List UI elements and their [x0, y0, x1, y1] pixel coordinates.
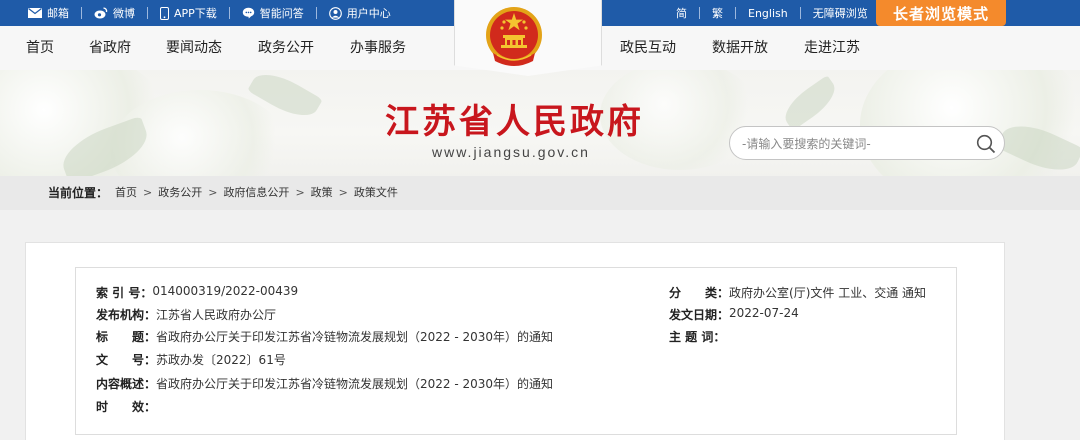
- weibo-link[interactable]: 微博: [94, 5, 135, 21]
- nav-home[interactable]: 首页: [26, 26, 54, 70]
- qa-link[interactable]: 智能问答: [242, 5, 304, 21]
- divider: [315, 7, 317, 19]
- divider: [699, 7, 700, 19]
- divider: [799, 7, 801, 19]
- english-link[interactable]: English: [748, 7, 788, 20]
- search-box: [729, 126, 1005, 160]
- banner-decoration: [777, 75, 843, 131]
- app-download-label: APP下载: [174, 7, 217, 20]
- qa-label: 智能问答: [259, 7, 304, 20]
- breadcrumb-policy-documents[interactable]: 政策文件: [354, 176, 398, 210]
- traditional-chinese-link[interactable]: 繁: [712, 5, 723, 21]
- meta-validity: 时 效：: [96, 398, 156, 415]
- breadcrumb-separator-icon: >: [338, 186, 348, 199]
- nav-services[interactable]: 办事服务: [350, 26, 406, 70]
- user-center-label: 用户中心: [346, 7, 391, 20]
- nav-province-government[interactable]: 省政府: [89, 26, 131, 70]
- meta-key: 发文日期：: [669, 308, 730, 322]
- nav-government-affairs[interactable]: 政务公开: [258, 26, 314, 70]
- nav-news[interactable]: 要闻动态: [166, 26, 222, 70]
- mail-link[interactable]: 邮箱: [28, 5, 69, 21]
- meta-issue-date: 发文日期： 2022-07-24: [669, 306, 799, 323]
- meta-key: 时 效：: [96, 400, 157, 414]
- meta-value: 苏政办发〔2022〕61号: [156, 353, 286, 367]
- breadcrumb-government-affairs[interactable]: 政务公开: [158, 176, 202, 210]
- app-download-link[interactable]: APP下载: [160, 5, 217, 21]
- elder-mode-button[interactable]: 长者浏览模式: [876, 0, 1006, 26]
- banner: 江苏省人民政府 www.jiangsu.gov.cn: [0, 70, 1080, 176]
- site-url: www.jiangsu.gov.cn: [432, 144, 590, 160]
- meta-value: 2022-07-24: [729, 306, 799, 320]
- breadcrumb-info-disclosure[interactable]: 政府信息公开: [223, 176, 289, 210]
- document-metadata: 索 引 号： 014000319/2022-00439 发布机构： 江苏省人民政府办…: [75, 267, 957, 435]
- chat-icon: [242, 7, 254, 19]
- language-links: 简 繁 English 无障碍浏览: [676, 0, 868, 26]
- site-title: 江苏省人民政府: [385, 102, 644, 142]
- divider: [81, 7, 82, 19]
- user-center-link[interactable]: 用户中心: [328, 5, 391, 21]
- meta-value: 省政府办公厅关于印发江苏省冷链物流发展规划（2022 - 2030年）的通知: [156, 330, 554, 344]
- national-emblem-icon: [486, 7, 542, 66]
- user-icon: [328, 6, 342, 20]
- search-input[interactable]: [742, 135, 962, 153]
- meta-index-number: 索 引 号： 014000319/2022-00439: [96, 284, 298, 301]
- divider: [147, 7, 148, 19]
- meta-summary: 内容概述： 省政府办公厅关于印发江苏省冷链物流发展规划（2022 - 2030年）…: [96, 375, 553, 392]
- meta-key: 索 引 号：: [96, 286, 153, 300]
- meta-key: 主 题 词：: [669, 330, 726, 344]
- meta-value: 省政府办公厅关于印发江苏省冷链物流发展规划（2022 - 2030年）的通知: [156, 377, 554, 391]
- search-icon[interactable]: [976, 134, 996, 154]
- nav-about-jiangsu[interactable]: 走进江苏: [804, 26, 860, 70]
- meta-key: 发布机构：: [96, 308, 157, 322]
- phone-icon: [160, 6, 169, 20]
- breadcrumb-separator-icon: >: [208, 186, 218, 199]
- meta-keywords: 主 题 词：: [669, 328, 725, 345]
- breadcrumb-policy[interactable]: 政策: [311, 176, 333, 210]
- meta-key: 内容概述：: [96, 377, 157, 391]
- meta-key: 标 题：: [96, 330, 157, 344]
- mail-label: 邮箱: [47, 7, 69, 20]
- nav-open-data[interactable]: 数据开放: [712, 26, 768, 70]
- divider: [228, 7, 230, 19]
- breadcrumb-home[interactable]: 首页: [115, 176, 137, 210]
- meta-value: 江苏省人民政府办公厅: [156, 308, 277, 322]
- meta-value: 014000319/2022-00439: [152, 284, 299, 298]
- breadcrumb-separator-icon: >: [295, 186, 305, 199]
- meta-title: 标 题： 省政府办公厅关于印发江苏省冷链物流发展规划（2022 - 2030年）的…: [96, 328, 553, 345]
- mail-icon: [28, 8, 42, 18]
- accessibility-link[interactable]: 无障碍浏览: [813, 5, 868, 21]
- weibo-icon: [94, 7, 108, 19]
- breadcrumb-items: 首页 > 政务公开 > 政府信息公开 > 政策 > 政策文件: [115, 176, 398, 210]
- meta-document-number: 文 号： 苏政办发〔2022〕61号: [96, 351, 286, 368]
- nav-interaction[interactable]: 政民互动: [620, 26, 676, 70]
- breadcrumb-label: 当前位置：: [48, 186, 109, 200]
- weibo-label: 微博: [113, 7, 135, 20]
- meta-key: 分 类：: [669, 286, 730, 300]
- meta-publisher: 发布机构： 江苏省人民政府办公厅: [96, 306, 276, 323]
- meta-category: 分 类： 政府办公室(厅)文件 工业、交通 通知: [669, 284, 926, 301]
- meta-value: 政府办公室(厅)文件 工业、交通 通知: [729, 286, 927, 300]
- breadcrumb: 当前位置： 首页 > 政务公开 > 政府信息公开 > 政策 > 政策文件: [0, 176, 1080, 210]
- divider: [735, 7, 736, 19]
- breadcrumb-separator-icon: >: [143, 186, 153, 199]
- simplified-chinese-link[interactable]: 简: [676, 5, 687, 21]
- meta-key: 文 号：: [96, 353, 157, 367]
- top-bar-links: 邮箱 微博 APP下载 智能问答 用户中心: [28, 0, 391, 26]
